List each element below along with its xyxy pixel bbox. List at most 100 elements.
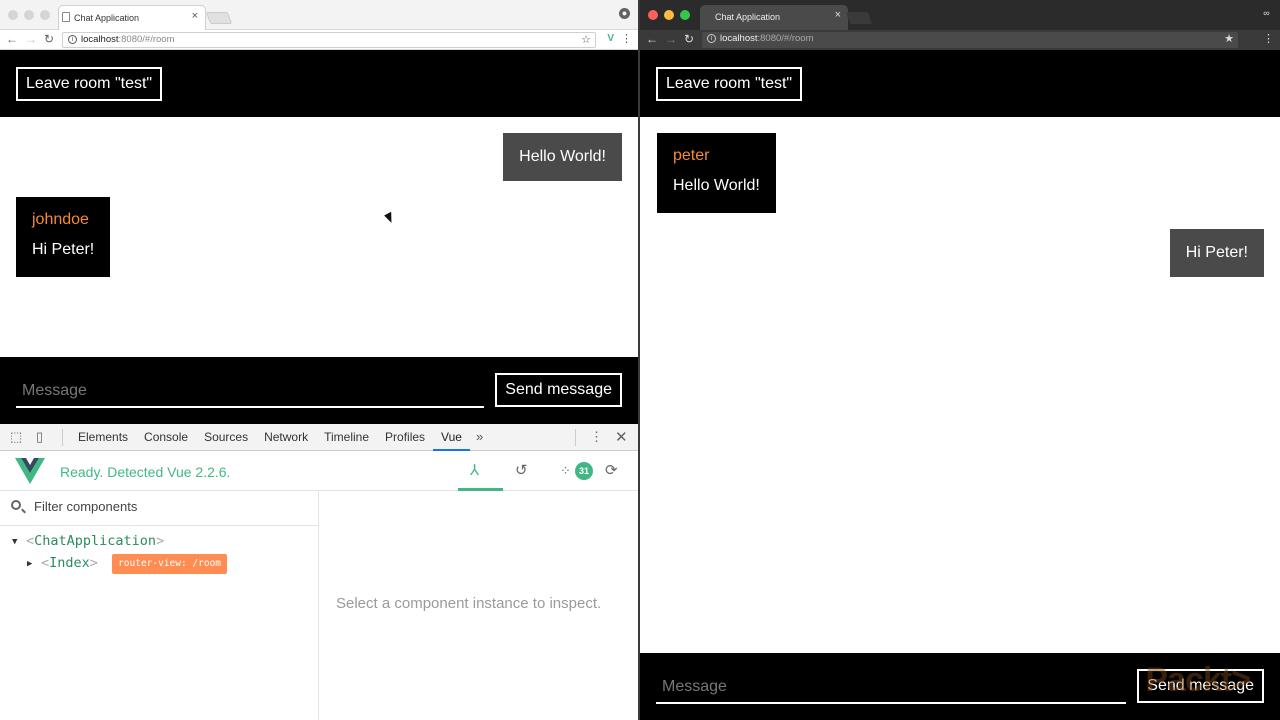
expanded-arrow-icon[interactable]: ▼: [12, 533, 17, 551]
message-list: Hello World! johndoe Hi Peter!: [0, 117, 638, 357]
components-icon[interactable]: ⅄: [470, 461, 479, 479]
inspector-pane: Select a component instance to inspect.: [320, 491, 638, 720]
vue-extension-icon[interactable]: V: [607, 33, 614, 44]
tree-node-root[interactable]: ▼ <ChatApplication>: [12, 532, 164, 550]
back-icon[interactable]: ←: [5, 31, 19, 47]
devtools-toolbar: ⬚ ▯ Elements Console Sources Network Tim…: [0, 424, 638, 451]
reload-icon[interactable]: ↻: [682, 31, 696, 47]
message-input[interactable]: [656, 672, 1126, 704]
tab-sources[interactable]: Sources: [196, 424, 256, 451]
devtools-panel: ⬚ ▯ Elements Console Sources Network Tim…: [0, 424, 638, 720]
tree-node-child[interactable]: ▶ <Index> router-view: /room: [27, 554, 228, 574]
back-icon[interactable]: ←: [645, 31, 659, 47]
left-browser-window: Chat Application × ● ← → ↻ i localhost:8…: [0, 0, 638, 720]
tab-title: Chat Application: [74, 13, 140, 23]
browser-tab[interactable]: Chat Application ×: [58, 5, 206, 30]
message-text: Hello World!: [519, 148, 606, 165]
tab-timeline[interactable]: Timeline: [316, 424, 377, 451]
window-controls: [648, 10, 690, 20]
profile-icon[interactable]: ●: [619, 8, 630, 19]
minimize-window-button[interactable]: [24, 10, 34, 20]
window-controls: [8, 10, 50, 20]
page-icon: [62, 12, 70, 22]
tab-vue[interactable]: Vue: [433, 424, 470, 451]
event-count-badge: 31: [575, 462, 593, 480]
maximize-window-button[interactable]: [680, 10, 690, 20]
devtools-menu-icon[interactable]: ⋮: [590, 429, 603, 445]
new-tab-button[interactable]: [205, 12, 233, 24]
minimize-window-button[interactable]: [664, 10, 674, 20]
forward-icon[interactable]: →: [664, 31, 678, 47]
close-tab-icon[interactable]: ×: [835, 9, 841, 21]
history-icon[interactable]: ↺: [515, 461, 528, 479]
message-input[interactable]: [16, 376, 484, 408]
close-window-button[interactable]: [8, 10, 18, 20]
url-field[interactable]: i localhost:8080/#/room ☆: [62, 32, 596, 48]
message-composer: Send message Packt>: [640, 653, 1280, 720]
tab-profiles[interactable]: Profiles: [377, 424, 433, 451]
refresh-icon[interactable]: ⟳: [605, 461, 618, 479]
router-view-badge: router-view: /room: [112, 554, 228, 574]
tab-strip: Chat Application × ∞: [640, 0, 1280, 30]
right-browser-window: Chat Application × ∞ ← → ↻ i localhost:8…: [640, 0, 1280, 720]
device-icon[interactable]: ▯: [36, 429, 43, 445]
address-bar: ← → ↻ i localhost:8080/#/room ★ ⋮: [640, 30, 1280, 50]
incognito-icon: ∞: [1263, 8, 1270, 18]
tab-console[interactable]: Console: [136, 424, 196, 451]
room-header: Leave room "test": [640, 50, 1280, 117]
send-message-button[interactable]: Send message: [495, 373, 622, 407]
message-author: peter: [673, 147, 710, 164]
leave-room-button[interactable]: Leave room "test": [16, 67, 163, 101]
message-composer: Send message: [0, 357, 638, 424]
tab-strip: Chat Application × ●: [0, 0, 638, 30]
close-tab-icon[interactable]: ×: [192, 10, 198, 22]
vue-status-text: Ready. Detected Vue 2.2.6.: [60, 464, 231, 480]
url-host: localhost: [81, 34, 119, 45]
toolbar-divider: [575, 429, 576, 446]
room-header: Leave room "test": [0, 50, 638, 117]
info-icon[interactable]: i: [68, 35, 77, 44]
message-text: Hello World!: [673, 177, 760, 194]
message-list: peter Hello World! Hi Peter!: [640, 117, 1280, 653]
message-bubble: peter Hello World!: [657, 133, 776, 213]
star-icon[interactable]: ★: [1224, 32, 1234, 46]
more-tabs-icon[interactable]: »: [470, 424, 489, 451]
url-path: :8080/#/room: [118, 34, 175, 45]
search-icon: [11, 500, 21, 510]
message-bubble: Hello World!: [503, 133, 622, 181]
url-field[interactable]: i localhost:8080/#/room ★: [702, 32, 1238, 48]
info-icon[interactable]: i: [707, 34, 716, 43]
message-bubble: Hi Peter!: [1169, 229, 1264, 277]
message-author: johndoe: [32, 211, 89, 228]
events-icon[interactable]: ⁘: [560, 463, 571, 479]
message-text: Hi Peter!: [1185, 244, 1248, 261]
close-window-button[interactable]: [648, 10, 658, 20]
tab-elements[interactable]: Elements: [70, 424, 136, 451]
component-name: ChatApplication: [34, 533, 157, 549]
inspect-icon[interactable]: ⬚: [10, 429, 22, 445]
devtools-tabs: Elements Console Sources Network Timelin…: [70, 424, 489, 451]
tab-network[interactable]: Network: [256, 424, 316, 451]
filter-row: [0, 491, 318, 526]
inspect-placeholder-text: Select a component instance to inspect.: [336, 595, 602, 612]
leave-room-button[interactable]: Leave room "test": [656, 67, 803, 101]
mouse-cursor: [384, 211, 396, 225]
message-text: Hi Peter!: [32, 241, 95, 258]
component-tree-pane: ▼ <ChatApplication> ▶ <Index> router-vie…: [0, 491, 319, 720]
menu-icon[interactable]: ⋮: [621, 32, 632, 45]
tab-title: Chat Application: [715, 12, 781, 22]
reload-icon[interactable]: ↻: [42, 31, 56, 47]
send-message-button[interactable]: Send message: [1137, 669, 1264, 703]
filter-components-input[interactable]: [34, 499, 294, 514]
forward-icon[interactable]: →: [24, 31, 38, 47]
component-name: Index: [49, 555, 90, 571]
star-icon[interactable]: ☆: [581, 33, 591, 47]
collapsed-arrow-icon[interactable]: ▶: [27, 555, 32, 573]
new-tab-button[interactable]: [845, 12, 873, 24]
menu-icon[interactable]: ⋮: [1263, 32, 1274, 45]
address-bar: ← → ↻ i localhost:8080/#/room ☆ V ⋮: [0, 30, 638, 50]
browser-tab[interactable]: Chat Application ×: [700, 5, 848, 30]
vue-devtools-header: Ready. Detected Vue 2.2.6. ⅄ ↺ ⁘ 31 ⟳: [0, 451, 638, 491]
maximize-window-button[interactable]: [40, 10, 50, 20]
close-icon[interactable]: ✕: [615, 428, 628, 446]
